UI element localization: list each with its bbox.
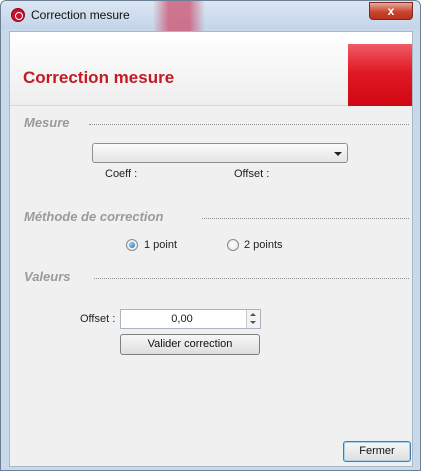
radio-2-points-label: 2 points — [244, 239, 283, 251]
dialog-window: Correction mesure x Correction mesure Me… — [0, 0, 421, 471]
validate-correction-button[interactable]: Valider correction — [120, 334, 260, 355]
close-window-button[interactable]: x — [369, 2, 413, 20]
close-button[interactable]: Fermer — [343, 441, 411, 462]
section-methode-divider — [202, 218, 409, 219]
offset-stepper[interactable]: 0,00 — [120, 309, 261, 329]
window-title: Correction mesure — [31, 8, 130, 22]
chevron-down-icon — [334, 152, 342, 156]
spin-down-icon[interactable] — [250, 321, 256, 324]
radio-1-point[interactable] — [126, 239, 138, 251]
section-valeurs-divider — [94, 278, 409, 279]
app-logo-icon — [11, 8, 25, 22]
header-accent-block — [348, 44, 412, 106]
section-mesure-label: Mesure — [24, 115, 70, 130]
mesure-select[interactable] — [92, 143, 348, 163]
header-band: Correction mesure — [10, 32, 412, 106]
spin-buttons[interactable] — [246, 310, 260, 328]
radio-1-point-label: 1 point — [144, 239, 178, 251]
section-mesure-divider — [89, 124, 409, 125]
offset-readout-label: Offset : — [234, 168, 270, 180]
section-valeurs-label: Valeurs — [24, 269, 71, 284]
title-bar[interactable]: Correction mesure x — [1, 1, 420, 31]
title-bar-glare — [153, 1, 205, 31]
offset-input[interactable]: 0,00 — [121, 313, 243, 325]
spin-up-icon[interactable] — [250, 313, 256, 316]
section-methode-label: Méthode de correction — [24, 209, 164, 224]
dialog-client-area: Correction mesure Mesure Coeff : Offset … — [9, 31, 413, 467]
offset-input-label: Offset : — [80, 313, 116, 325]
radio-2-points[interactable] — [227, 239, 239, 251]
coeff-label: Coeff : — [105, 168, 138, 180]
page-title: Correction mesure — [23, 68, 175, 87]
